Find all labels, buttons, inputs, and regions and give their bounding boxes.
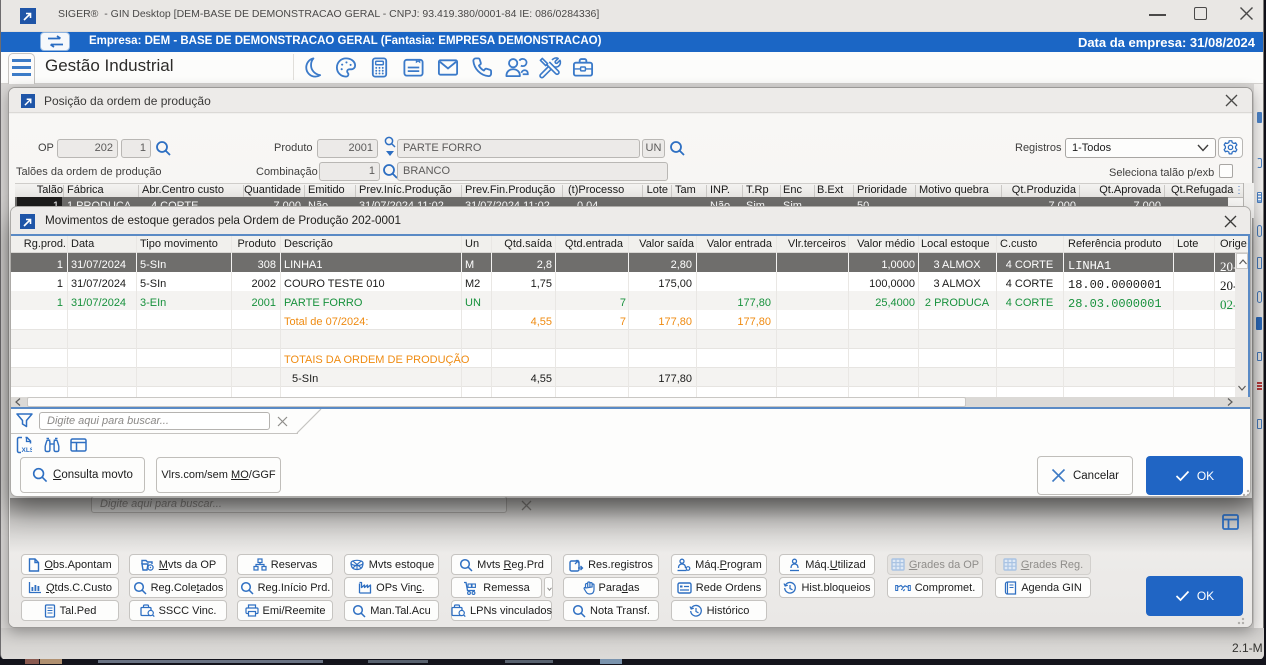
svg-text:XLS: XLS (22, 447, 33, 454)
